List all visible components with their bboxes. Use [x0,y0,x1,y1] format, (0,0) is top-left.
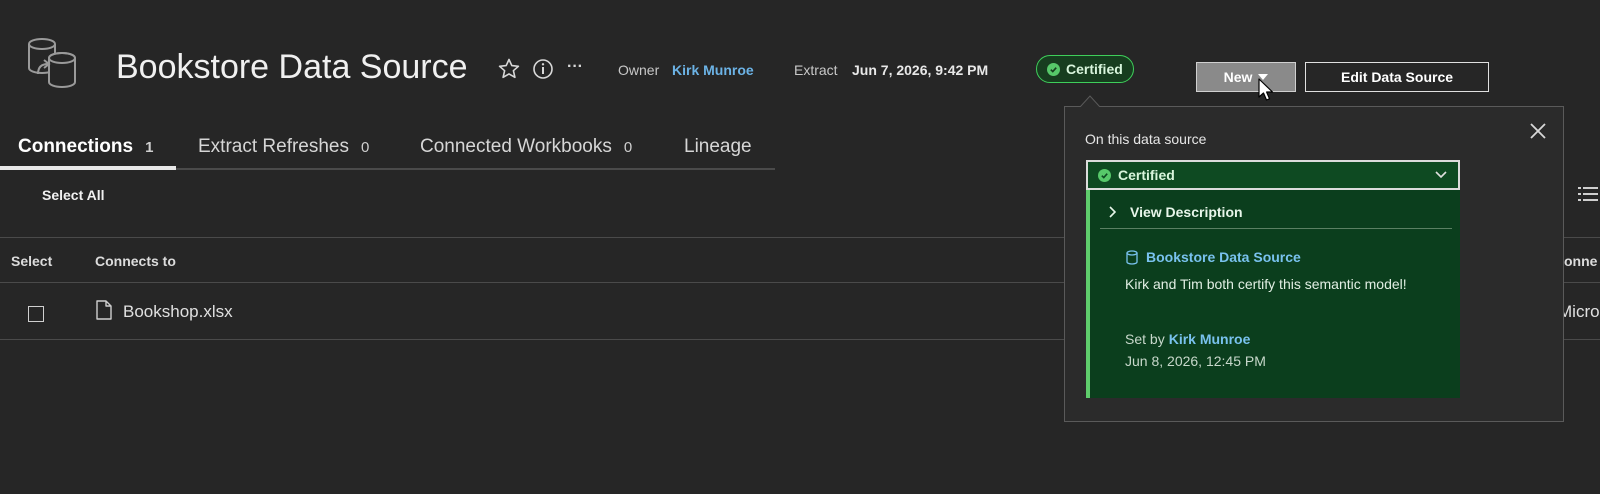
datasource-icon [28,38,76,88]
file-icon [96,300,112,320]
column-header-connection[interactable]: onne [1564,253,1597,269]
certification-date: Jun 8, 2026, 12:45 PM [1125,353,1266,369]
tab-label: Extract Refreshes [198,136,349,157]
column-header-connects-to[interactable]: Connects to [95,253,176,269]
close-icon[interactable] [1527,120,1549,142]
tab-count: 0 [361,139,370,156]
set-by-user-link[interactable]: Kirk Munroe [1169,331,1251,347]
check-circle-icon [1047,62,1060,76]
tab-count: 1 [145,139,154,156]
divider [1100,228,1452,229]
edit-data-source-button[interactable]: Edit Data Source [1305,62,1489,92]
database-icon [1126,249,1138,265]
owner-link[interactable]: Kirk Munroe [672,62,754,78]
list-view-icon[interactable] [1578,184,1598,204]
set-by-label: Set by [1125,331,1165,347]
certified-datasource-link[interactable]: Bookstore Data Source [1126,249,1301,265]
certification-select-value: Certified [1118,167,1175,183]
certification-note: Kirk and Tim both certify this semantic … [1125,276,1407,292]
tab-extract-refreshes[interactable]: Extract Refreshes 0 [198,136,369,158]
new-button-label: New [1223,69,1253,85]
popover-heading: On this data source [1085,131,1207,147]
star-icon[interactable] [496,56,522,82]
tab-label: Connected Workbooks [420,136,612,157]
info-icon[interactable] [530,56,556,82]
view-description-label: View Description [1130,204,1243,220]
column-header-select: Select [11,253,53,269]
certified-badge-label: Certified [1066,61,1123,77]
owner-label: Owner [618,62,660,78]
extract-label: Extract [794,62,838,78]
connection-type-cell: Microso [1558,302,1600,321]
page-title: Bookstore Data Source [116,48,468,86]
set-by-line: Set by Kirk Munroe [1125,331,1250,347]
tab-connections[interactable]: Connections 1 [18,136,153,158]
tab-bar: Connections 1 Extract Refreshes 0 Connecte… [0,136,775,170]
tab-label: Lineage [684,136,752,157]
more-icon[interactable]: ··· [562,54,588,80]
extract-value: Jun 7, 2026, 9:42 PM [852,62,989,78]
certification-select[interactable]: Certified [1086,160,1460,190]
tab-count: 0 [623,139,633,156]
chevron-right-icon [1109,206,1116,218]
row-checkbox[interactable] [28,306,44,322]
chevron-down-icon [1435,171,1447,179]
check-circle-icon [1098,168,1111,182]
tab-connected-workbooks[interactable]: Connected Workbooks 0 [420,136,632,158]
tab-label: Connections [18,136,134,157]
new-button[interactable]: New [1196,62,1296,92]
tab-lineage[interactable]: Lineage [684,136,752,158]
active-tab-indicator [0,166,176,170]
select-all-button[interactable]: Select All [42,187,105,203]
popover-arrow [1080,95,1100,107]
view-description-toggle[interactable]: View Description [1108,204,1243,220]
certified-badge[interactable]: Certified [1036,55,1134,83]
certified-datasource-name: Bookstore Data Source [1146,249,1301,265]
connection-file-name[interactable]: Bookshop.xlsx [123,302,233,322]
cursor-icon [1258,78,1274,101]
